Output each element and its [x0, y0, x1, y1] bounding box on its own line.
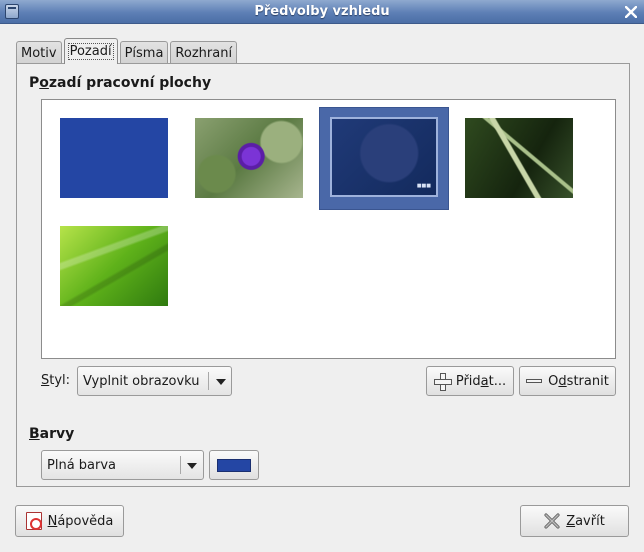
- help-button-label: Nápověda: [47, 513, 114, 529]
- window-close-button[interactable]: [622, 3, 640, 21]
- style-combobox[interactable]: Vyplnit obrazovku: [77, 366, 232, 396]
- style-value: Vyplnit obrazovku: [83, 373, 200, 389]
- tab-motiv[interactable]: Motiv: [16, 41, 62, 64]
- tab-label: Motiv: [21, 45, 57, 61]
- add-button-label: Přidat...: [455, 373, 507, 389]
- tab-label: Písma: [124, 45, 164, 61]
- color-mode-value: Plná barva: [47, 457, 117, 473]
- close-button-label: Zavřít: [566, 513, 605, 529]
- tab-pisma[interactable]: Písma: [119, 41, 169, 64]
- background-panel: Pozadí pracovní plochy ■■■ Styl: Vyplnit…: [16, 63, 630, 487]
- label-text: tyl:: [49, 373, 71, 388]
- color-mode-combobox[interactable]: Plná barva: [41, 450, 204, 480]
- window-title: Předvolby vzhledu: [254, 4, 390, 19]
- minus-icon: [526, 379, 543, 383]
- help-button[interactable]: Nápověda: [15, 505, 124, 537]
- wallpaper-solid-blue[interactable]: [60, 118, 168, 198]
- tab-rozhrani[interactable]: Rozhraní: [170, 41, 238, 64]
- wallpaper-fedora[interactable]: ■■■: [330, 117, 438, 197]
- window-menu-icon[interactable]: [5, 4, 19, 19]
- remove-wallpaper-button[interactable]: Odstranit: [519, 366, 616, 396]
- plus-icon: [433, 373, 452, 391]
- help-icon: [25, 512, 42, 530]
- wallpaper-selected-frame[interactable]: ■■■: [319, 107, 449, 210]
- color-picker-button[interactable]: [209, 450, 259, 480]
- colors-heading: Barvy: [29, 426, 74, 442]
- tab-bar: Motiv Pozadí Písma Rozhraní: [16, 38, 239, 64]
- title-bar: Předvolby vzhledu: [0, 0, 644, 24]
- close-icon: [625, 6, 637, 18]
- combo-separator: [208, 372, 209, 390]
- wallpaper-purple-flower[interactable]: [195, 118, 303, 198]
- wallpaper-green-leaf[interactable]: [60, 226, 168, 306]
- add-wallpaper-button[interactable]: Přidat...: [426, 366, 514, 396]
- heading-text: arvy: [39, 426, 75, 442]
- remove-button-label: Odstranit: [548, 373, 609, 389]
- heading-mnemonic: o: [39, 75, 49, 91]
- combo-separator: [180, 456, 181, 474]
- style-label: Styl:: [41, 373, 70, 388]
- chevron-down-icon: [216, 379, 226, 385]
- wallpaper-fern[interactable]: [465, 118, 573, 198]
- desktop-background-heading: Pozadí pracovní plochy: [29, 75, 211, 91]
- fedora-logo-icon: ■■■: [416, 183, 431, 189]
- tab-label: Pozadí: [67, 43, 114, 60]
- color-swatch: [217, 458, 251, 472]
- tab-label: Rozhraní: [175, 45, 233, 61]
- tab-pozadi[interactable]: Pozadí: [63, 38, 118, 64]
- x-icon: [544, 513, 560, 529]
- heading-text: zadí pracovní plochy: [48, 75, 212, 91]
- appearance-preferences-window: Předvolby vzhledu Motiv Pozadí Písma Roz…: [0, 0, 644, 552]
- heading-text: P: [29, 75, 40, 91]
- heading-mnemonic: B: [29, 426, 40, 442]
- chevron-down-icon: [187, 463, 197, 469]
- close-button[interactable]: Zavřít: [520, 505, 629, 537]
- wallpaper-gallery[interactable]: ■■■: [41, 99, 616, 359]
